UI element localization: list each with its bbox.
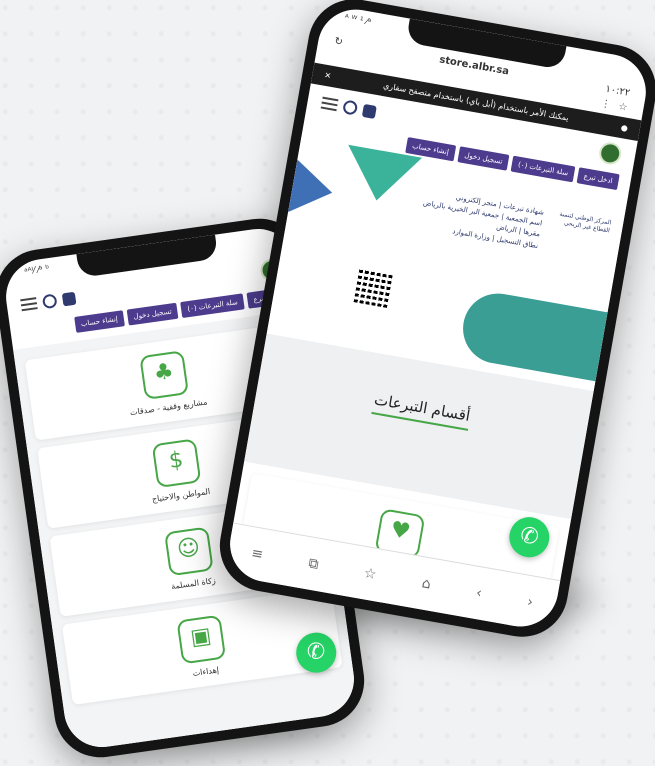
certificate-text: شهادة تبرعات | متجر إلكتروني اسم الجمعية…	[422, 193, 545, 250]
section-title: أقسام التبرعات	[371, 390, 472, 431]
right-phone-screen: ᴬ ᵂ ¹ ⁄ᵃ ↻ store.albr.sa ١٠:٢٢ ⋮ ☆ ✕ يمك…	[224, 3, 652, 633]
twitter-icon[interactable]	[361, 103, 377, 119]
whatsapp-small-icon[interactable]	[342, 99, 359, 116]
org-name: المركز الوطني لتنمية القطاع غير الربحي	[558, 210, 612, 235]
time-text: ١٠:٢٢	[604, 83, 631, 99]
menu-icon[interactable]	[20, 297, 38, 312]
twitter-icon[interactable]	[61, 291, 77, 306]
forward-icon[interactable]: ›	[526, 594, 534, 611]
coin-hand-icon: $	[151, 438, 202, 489]
menu-dots-icon[interactable]: ⋮	[600, 98, 612, 111]
site-logo[interactable]	[597, 140, 623, 167]
teal-panel	[457, 288, 618, 384]
close-icon[interactable]: ✕	[324, 71, 332, 81]
register-button[interactable]: إنشاء حساب	[73, 310, 125, 333]
star-icon[interactable]: ☆	[363, 565, 378, 583]
login-button[interactable]: تسجيل دخول	[126, 302, 179, 326]
star-icon[interactable]: ☆	[618, 101, 629, 113]
qr-code	[353, 268, 393, 308]
menu-icon[interactable]: ≡	[250, 545, 264, 563]
right-phone: ᴬ ᵂ ¹ ⁄ᵃ ↻ store.albr.sa ١٠:٢٢ ⋮ ☆ ✕ يمك…	[212, 0, 655, 645]
whatsapp-small-icon[interactable]	[41, 293, 58, 310]
family-icon: ☺	[164, 526, 214, 577]
apple-icon: ●	[620, 122, 629, 134]
blue-shape	[266, 142, 340, 233]
gift-hands-icon: ▣	[176, 614, 227, 665]
tabs-icon[interactable]: ⧉	[307, 555, 320, 572]
menu-icon[interactable]	[320, 96, 339, 112]
tree-hands-icon: ♣	[139, 350, 189, 400]
back-icon[interactable]: ‹	[475, 585, 483, 602]
home-icon[interactable]: ⌂	[421, 575, 433, 592]
